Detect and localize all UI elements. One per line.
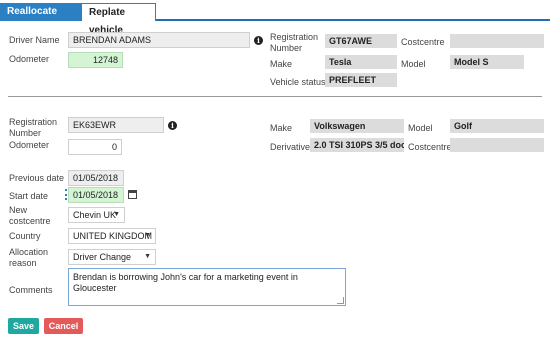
start-date-field[interactable]: 01/05/2018	[68, 187, 124, 203]
current-make-label: Make	[270, 59, 293, 69]
allocation-reason-select[interactable]: Driver Change ▼	[68, 249, 156, 265]
country-select[interactable]: UNITED KINGDOM ▼	[68, 228, 156, 244]
derivative-label: Derivative	[270, 142, 311, 152]
resize-grip-icon[interactable]	[337, 297, 344, 304]
calendar-icon[interactable]	[128, 190, 137, 199]
current-model-label: Model	[401, 59, 426, 69]
new-make-value: Volkswagen	[310, 119, 404, 133]
chevron-down-icon: ▼	[144, 232, 151, 239]
comments-label: Comments	[9, 285, 53, 295]
country-selected: UNITED KINGDOM	[73, 231, 153, 241]
new-reg-label: Registration Number	[9, 117, 58, 138]
info-icon[interactable]: i	[254, 36, 263, 45]
tab-replate-vehicle[interactable]: Replate vehicle	[81, 3, 156, 36]
info-icon[interactable]: i	[168, 121, 177, 130]
allocation-reason-label: Allocation reason	[9, 247, 49, 268]
new-costcentre-value	[450, 138, 544, 152]
allocation-reason-selected: Driver Change	[73, 252, 132, 262]
save-button[interactable]: Save	[8, 318, 39, 334]
driver-name-label: Driver Name	[9, 35, 60, 45]
required-indicator	[65, 189, 67, 200]
current-costcentre-value	[450, 34, 544, 48]
vehicle-status-label: Vehicle status	[270, 77, 326, 87]
section-divider	[8, 96, 542, 97]
current-reg-value: GT67AWE	[325, 34, 397, 48]
tab-bar: Reallocate driver Replate vehicle	[0, 0, 550, 36]
new-reg-field[interactable]: EK63EWR	[68, 117, 164, 133]
cancel-button[interactable]: Cancel	[44, 318, 83, 334]
vehicle-status-value: PREFLEET	[325, 73, 397, 87]
comments-text: Brendan is borrowing John's car for a ma…	[73, 272, 298, 293]
comments-textarea[interactable]: Brendan is borrowing John's car for a ma…	[68, 268, 346, 306]
driver-odometer-field[interactable]: 12748	[68, 52, 123, 68]
new-costcentre-select[interactable]: Chevin UK ▼	[68, 207, 125, 223]
previous-date-label: Previous date	[9, 173, 65, 183]
new-costcentre-selected: Chevin UK	[73, 210, 117, 220]
current-model-value: Model S	[450, 55, 524, 69]
country-label: Country	[9, 231, 41, 241]
new-model-label: Model	[408, 123, 433, 133]
current-make-value: Tesla	[325, 55, 397, 69]
new-model-value: Golf	[450, 119, 544, 133]
previous-date-field: 01/05/2018	[68, 170, 124, 186]
new-odometer-label: Odometer	[9, 140, 50, 150]
chevron-down-icon: ▼	[113, 211, 120, 218]
new-costcentre-label: Costcentre	[408, 142, 452, 152]
driver-name-field[interactable]: BRENDAN ADAMS	[68, 32, 250, 48]
chevron-down-icon: ▼	[144, 253, 151, 260]
start-date-label: Start date	[9, 191, 49, 201]
derivative-value: 2.0 TSI 310PS 3/5 door 4M	[310, 138, 404, 152]
current-reg-label: Registration Number	[270, 32, 319, 53]
tab-reallocate-driver[interactable]: Reallocate driver	[0, 3, 81, 35]
new-odometer-field[interactable]: 0	[68, 139, 122, 155]
current-costcentre-label: Costcentre	[401, 37, 445, 47]
driver-odometer-label: Odometer	[9, 54, 50, 64]
new-costcentre-select-label: New costcentre	[9, 205, 51, 226]
new-make-label: Make	[270, 123, 293, 133]
